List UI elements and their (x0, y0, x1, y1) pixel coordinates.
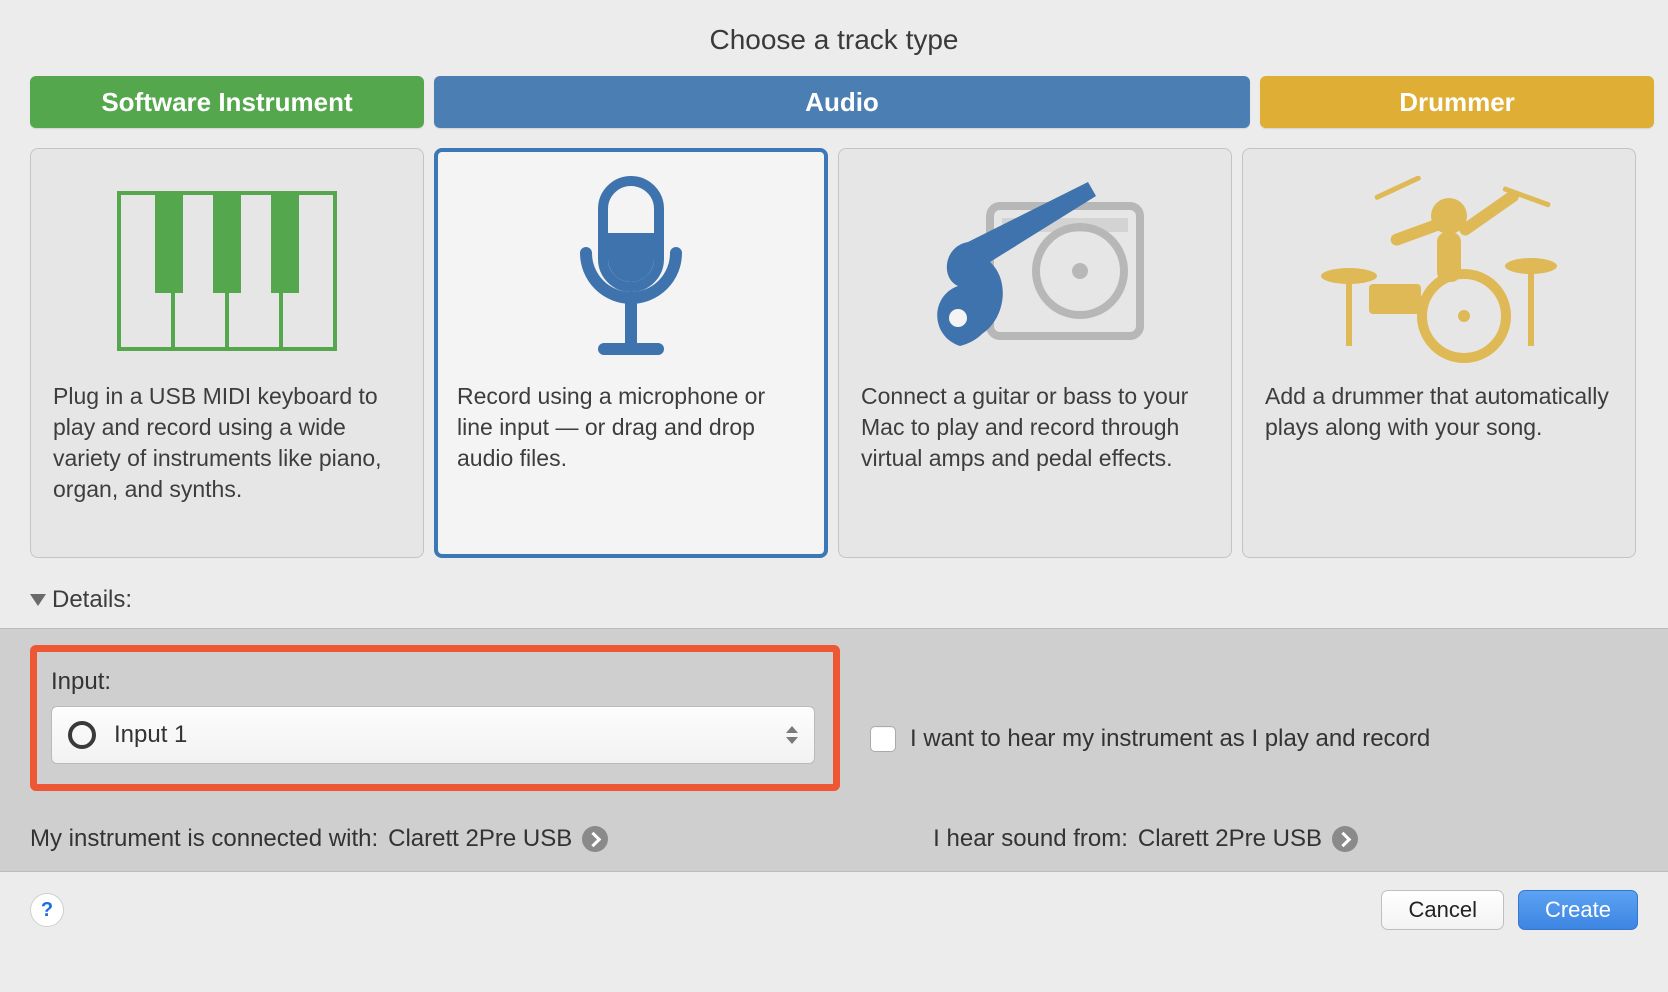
help-button[interactable]: ? (30, 893, 64, 927)
instrument-connected-chevron-icon[interactable] (582, 826, 608, 852)
monitor-checkbox[interactable] (870, 726, 896, 752)
monitor-checkbox-label: I want to hear my instrument as I play a… (910, 725, 1430, 753)
input-label: Input: (51, 668, 815, 696)
details-panel: Input: Input 1 I want to hear my instrum… (0, 628, 1668, 872)
input-select-value: Input 1 (114, 721, 187, 749)
details-disclosure[interactable]: Details: (30, 586, 1638, 614)
hear-from-prefix: I hear sound from: (933, 825, 1128, 853)
track-type-cards: Plug in a USB MIDI keyboard to play and … (30, 148, 1638, 558)
input-select[interactable]: Input 1 (51, 706, 815, 764)
tab-audio[interactable]: Audio (434, 76, 1250, 128)
hear-from-row: I hear sound from: Clarett 2Pre USB (933, 825, 1358, 853)
instrument-connected-row: My instrument is connected with: Clarett… (30, 825, 608, 853)
card-audio-guitar[interactable]: Connect a guitar or bass to your Mac to … (838, 148, 1232, 558)
card-software-instrument-desc: Plug in a USB MIDI keyboard to play and … (53, 381, 401, 505)
card-drummer-desc: Add a drummer that automatically plays a… (1265, 381, 1613, 443)
mono-circle-icon (68, 721, 96, 749)
disclosure-triangle-icon (30, 594, 46, 606)
card-software-instrument[interactable]: Plug in a USB MIDI keyboard to play and … (30, 148, 424, 558)
track-type-tabs: Software Instrument Audio Drummer (30, 76, 1638, 128)
guitar-amp-icon (861, 171, 1209, 371)
updown-stepper-icon (786, 726, 798, 744)
card-audio-microphone[interactable]: Record using a microphone or line input … (434, 148, 828, 558)
tab-software-instrument[interactable]: Software Instrument (30, 76, 424, 128)
cancel-button[interactable]: Cancel (1381, 890, 1503, 930)
details-label: Details: (52, 586, 132, 614)
instrument-connected-device: Clarett 2Pre USB (388, 825, 572, 853)
tab-drummer[interactable]: Drummer (1260, 76, 1654, 128)
card-drummer[interactable]: Add a drummer that automatically plays a… (1242, 148, 1636, 558)
create-button[interactable]: Create (1518, 890, 1638, 930)
card-audio-microphone-desc: Record using a microphone or line input … (457, 381, 805, 474)
instrument-connected-prefix: My instrument is connected with: (30, 825, 378, 853)
dialog-title: Choose a track type (30, 24, 1638, 56)
microphone-icon (457, 171, 805, 371)
hear-from-chevron-icon[interactable] (1332, 826, 1358, 852)
drummer-icon (1265, 171, 1613, 371)
card-audio-guitar-desc: Connect a guitar or bass to your Mac to … (861, 381, 1209, 474)
piano-keys-icon (53, 171, 401, 371)
hear-from-device: Clarett 2Pre USB (1138, 825, 1322, 853)
input-section-highlight: Input: Input 1 (30, 645, 840, 791)
dialog-footer: ? Cancel Create (0, 872, 1668, 948)
